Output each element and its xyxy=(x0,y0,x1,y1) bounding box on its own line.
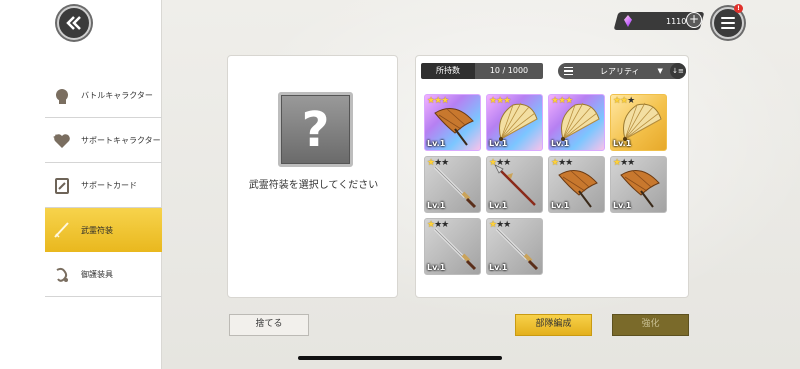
star-icon: ★ xyxy=(627,96,635,106)
star-icon: ★ xyxy=(503,96,511,106)
owned-label: 所持数 xyxy=(421,63,475,79)
sort-dropdown[interactable]: レアリティ ▼ ↓≡ xyxy=(558,63,686,79)
list-icon xyxy=(564,66,578,76)
discard-button[interactable]: 捨てる xyxy=(229,314,309,336)
add-currency-button[interactable]: + xyxy=(686,12,702,28)
sidebar: バトルキャラクター サポートキャラクター サポートカード 武霊符装 御護装具 xyxy=(0,0,162,369)
select-prompt: 武霊符装を選択してください xyxy=(248,180,379,191)
sort-descending-icon[interactable]: ↓≡ xyxy=(670,63,686,79)
item-card[interactable]: ★★★ Lv.1 xyxy=(610,156,667,213)
item-level: Lv.1 xyxy=(551,139,570,148)
item-level: Lv.1 xyxy=(427,263,446,272)
star-icon: ★ xyxy=(441,220,449,230)
star-icon: ★ xyxy=(627,158,635,168)
rarity-stars: ★★★ xyxy=(489,96,511,106)
guard-ornament-icon xyxy=(52,265,72,285)
crystal-gem-icon xyxy=(624,15,632,27)
notification-badge: ! xyxy=(734,4,743,13)
rarity-stars: ★★★ xyxy=(613,158,635,168)
star-icon: ★ xyxy=(503,220,511,230)
item-card[interactable]: ★★★ Lv.1 xyxy=(610,94,667,151)
item-level: Lv.1 xyxy=(489,263,508,272)
sidebar-item-guard-gear[interactable]: 御護装具 xyxy=(45,253,162,297)
inventory-panel: 所持数 10 / 1000 レアリティ ▼ ↓≡ ★★★ Lv.1 ★★★ Lv.1 ★… xyxy=(415,55,689,298)
item-card[interactable]: ★★★ Lv.1 xyxy=(548,156,605,213)
item-level: Lv.1 xyxy=(613,201,632,210)
currency-value: 1110 xyxy=(666,16,687,26)
item-level: Lv.1 xyxy=(489,139,508,148)
star-icon: ★ xyxy=(565,96,573,106)
hamburger-line xyxy=(721,22,735,24)
rarity-stars: ★★★ xyxy=(613,96,635,106)
rarity-stars: ★★★ xyxy=(489,220,511,230)
sidebar-item-battle-character[interactable]: バトルキャラクター xyxy=(45,74,162,118)
blade-icon xyxy=(52,220,72,240)
star-icon: ★ xyxy=(565,158,573,168)
double-chevron-left-icon xyxy=(66,16,81,30)
owned-count: 10 / 1000 xyxy=(475,63,543,79)
back-button[interactable] xyxy=(57,6,91,40)
rarity-stars: ★★★ xyxy=(427,158,449,168)
sidebar-item-label: サポートカード xyxy=(81,181,137,190)
item-card[interactable]: ★★★ Lv.1 xyxy=(548,94,605,151)
sidebar-item-label: バトルキャラクター xyxy=(81,91,153,100)
item-card[interactable]: ★★★ Lv.1 xyxy=(424,218,481,275)
rarity-stars: ★★★ xyxy=(427,96,449,106)
sort-label: レアリティ xyxy=(600,66,640,76)
star-icon: ★ xyxy=(441,158,449,168)
item-level: Lv.1 xyxy=(489,201,508,210)
hamburger-line xyxy=(721,27,735,29)
item-card[interactable]: ★★★ Lv.1 xyxy=(424,156,481,213)
star-icon: ★ xyxy=(503,158,511,168)
sidebar-item-label: 武霊符装 xyxy=(81,225,113,235)
unknown-item-placeholder: ? xyxy=(278,92,353,167)
sidebar-item-support-character[interactable]: サポートキャラクター xyxy=(45,119,162,163)
hamburger-line xyxy=(721,17,735,19)
enhance-button[interactable]: 強化 xyxy=(612,314,689,336)
home-indicator[interactable] xyxy=(298,356,502,360)
rarity-stars: ★★★ xyxy=(551,158,573,168)
item-card[interactable]: ★★★ Lv.1 xyxy=(486,156,543,213)
sidebar-item-support-card[interactable]: サポートカード xyxy=(45,164,162,208)
rarity-stars: ★★★ xyxy=(489,158,511,168)
character-head-icon xyxy=(52,86,72,106)
item-level: Lv.1 xyxy=(551,201,570,210)
sidebar-item-label: 御護装具 xyxy=(81,270,113,279)
star-icon: ★ xyxy=(441,96,449,106)
item-card[interactable]: ★★★ Lv.1 xyxy=(486,94,543,151)
chevron-down-icon: ▼ xyxy=(657,67,663,75)
formation-button[interactable]: 部隊編成 xyxy=(515,314,592,336)
rarity-stars: ★★★ xyxy=(551,96,573,106)
item-level: Lv.1 xyxy=(427,201,446,210)
item-level: Lv.1 xyxy=(427,139,446,148)
item-card[interactable]: ★★★ Lv.1 xyxy=(486,218,543,275)
item-level: Lv.1 xyxy=(613,139,632,148)
sidebar-item-weapon[interactable]: 武霊符装 xyxy=(45,208,162,252)
rarity-stars: ★★★ xyxy=(427,220,449,230)
item-card[interactable]: ★★★ Lv.1 xyxy=(424,94,481,151)
item-detail-panel: ? 武霊符装を選択してください xyxy=(227,55,398,298)
heart-sparkle-icon xyxy=(52,131,72,151)
sidebar-item-label: サポートキャラクター xyxy=(81,136,161,145)
card-icon xyxy=(52,176,72,196)
